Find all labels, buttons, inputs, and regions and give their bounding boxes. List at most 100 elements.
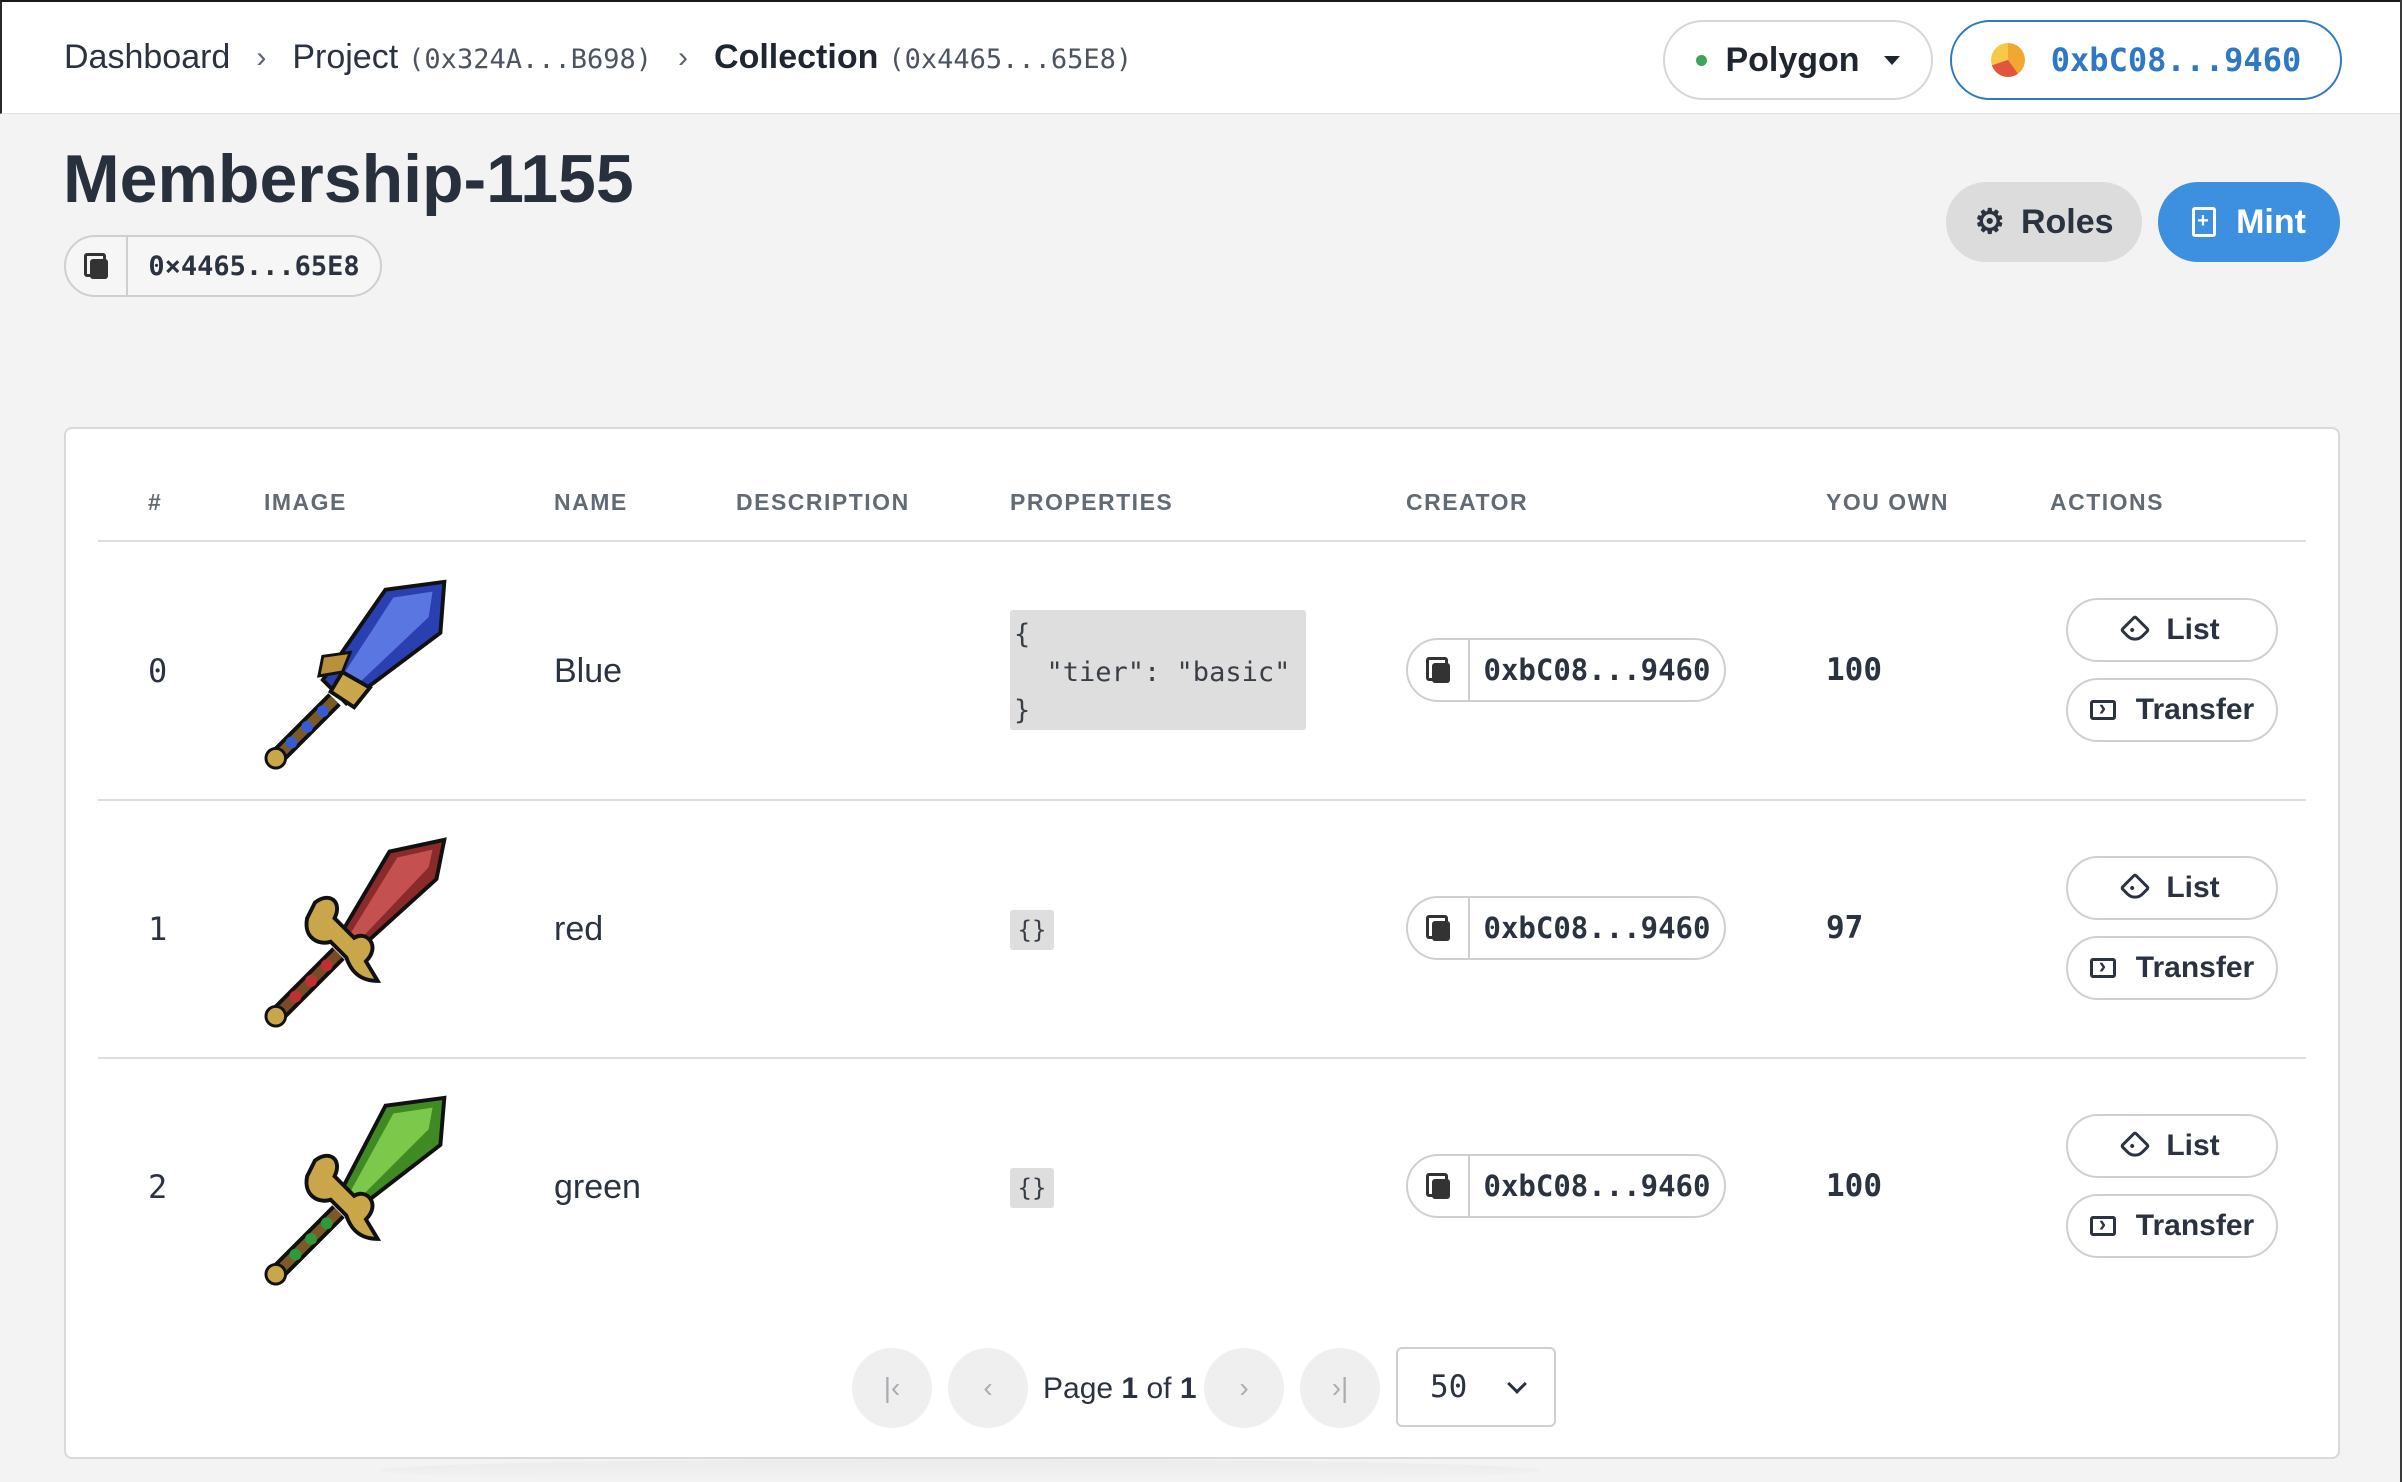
token-index: 1 [148, 910, 168, 948]
list-button[interactable]: List [2066, 598, 2278, 662]
gear-icon: ⚙ [1974, 203, 2005, 241]
page-title: Membership-1155 [63, 141, 634, 217]
token-properties: {} [1010, 1168, 1054, 1208]
list-button[interactable]: List [2066, 1114, 2278, 1178]
transfer-label: Transfer [2135, 951, 2255, 984]
contract-address: 0×4465...65E8 [148, 250, 360, 282]
breadcrumb-project[interactable]: Project (0x324A...B698) [292, 38, 652, 77]
column-header-you-own: YOU OWN [1826, 489, 1949, 515]
creator-address-pill[interactable]: 0xbC08...9460 [1406, 638, 1726, 702]
breadcrumb-project-label: Project [292, 38, 399, 76]
list-label: List [2166, 1129, 2220, 1162]
list-label: List [2166, 613, 2220, 646]
table-row: 2 green {} 0xbC08...9460 100 List Transf… [66, 1058, 2338, 1314]
column-header-creator: CREATOR [1406, 489, 1529, 515]
list-button[interactable]: List [2066, 856, 2278, 920]
column-header-description: DESCRIPTION [736, 489, 910, 515]
chevron-left-icon: ‹ [983, 1372, 993, 1403]
transfer-button[interactable]: Transfer [2066, 678, 2278, 742]
breadcrumb-collection[interactable]: Collection (0x4465...65E8) [714, 38, 1132, 77]
copy-button[interactable] [1408, 1156, 1470, 1216]
breadcrumb-dashboard[interactable]: Dashboard [64, 38, 230, 77]
page-word: Page [1043, 1372, 1114, 1405]
green-sword-icon [264, 1095, 447, 1286]
page-size-select[interactable]: 50 [1396, 1347, 1556, 1427]
breadcrumb-collection-label: Collection [714, 38, 879, 76]
network-label: Polygon [1725, 40, 1860, 79]
tokens-table-card: # IMAGE NAME DESCRIPTION PROPERTIES CREA… [64, 427, 2340, 1459]
page-size-value: 50 [1430, 1369, 1468, 1405]
network-status-dot-icon [1696, 54, 1708, 66]
last-page-button[interactable]: ›| [1300, 1348, 1380, 1428]
list-label: List [2166, 871, 2220, 904]
copy-icon [1426, 657, 1450, 683]
roles-label: Roles [2020, 202, 2114, 241]
column-header-actions: ACTIONS [2050, 489, 2164, 515]
owned-amount: 97 [1826, 910, 1864, 946]
column-header-index: # [148, 489, 163, 515]
token-name: Blue [554, 652, 623, 690]
first-page-icon: |‹ [883, 1372, 901, 1403]
wallet-address: 0xbC08...9460 [2050, 41, 2302, 79]
token-name: red [554, 910, 604, 948]
transfer-icon [2089, 953, 2116, 979]
page-indicator: Page 1 of 1 [1043, 1372, 1197, 1406]
creator-address-pill[interactable]: 0xbC08...9460 [1406, 896, 1726, 960]
column-header-properties: PROPERTIES [1010, 489, 1174, 515]
creator-address-pill[interactable]: 0xbC08...9460 [1406, 1154, 1726, 1218]
creator-address: 0xbC08...9460 [1483, 653, 1711, 687]
table-row: 1 red {} 0xbC08...9460 97 List Transfer [66, 800, 2338, 1056]
copy-icon [1426, 1173, 1450, 1199]
breadcrumb-separator-icon: › [256, 40, 267, 74]
breadcrumb-dashboard-label: Dashboard [64, 38, 231, 76]
table-row: 0 Blue { "tier": "basic" } 0xbC08...9460… [66, 542, 2338, 798]
network-selector[interactable]: Polygon [1663, 20, 1933, 100]
top-bar: Dashboard › Project (0x324A...B698) › Co… [0, 0, 2402, 114]
token-index: 2 [148, 1168, 168, 1206]
copy-button[interactable] [1408, 898, 1470, 958]
breadcrumb-collection-address: (0x4465...65E8) [888, 44, 1133, 75]
blue-sword-icon [264, 579, 447, 770]
wallet-avatar [1990, 43, 2025, 77]
breadcrumb-separator-icon: › [678, 40, 689, 74]
transfer-button[interactable]: Transfer [2066, 936, 2278, 1000]
token-index: 0 [148, 652, 168, 690]
token-properties: {} [1010, 910, 1054, 950]
previous-page-button[interactable]: ‹ [948, 1348, 1028, 1428]
wallet-button[interactable]: 0xbC08...9460 [1950, 20, 2342, 100]
breadcrumb: Dashboard › Project (0x324A...B698) › Co… [64, 38, 1132, 77]
transfer-icon [2089, 695, 2116, 721]
creator-address: 0xbC08...9460 [1483, 1169, 1711, 1203]
file-plus-icon [2192, 207, 2217, 237]
chevron-down-icon [1507, 1374, 1527, 1394]
tag-icon [2119, 872, 2151, 904]
caret-down-icon [1883, 55, 1900, 65]
token-properties: { "tier": "basic" } [1010, 610, 1306, 730]
of-word: of [1146, 1372, 1172, 1405]
tag-icon [2119, 614, 2151, 646]
transfer-label: Transfer [2135, 1209, 2255, 1242]
bottom-shadow [380, 1459, 1540, 1482]
total-pages: 1 [1179, 1372, 1197, 1405]
roles-button[interactable]: ⚙ Roles [1946, 182, 2142, 262]
last-page-icon: ›| [1331, 1372, 1349, 1403]
owned-amount: 100 [1826, 652, 1882, 688]
creator-address: 0xbC08...9460 [1483, 911, 1711, 945]
contract-address-pill[interactable]: 0×4465...65E8 [64, 235, 382, 297]
transfer-label: Transfer [2135, 693, 2255, 726]
transfer-icon [2089, 1211, 2116, 1237]
token-name: green [554, 1168, 641, 1206]
copy-button[interactable] [1408, 640, 1470, 700]
mint-label: Mint [2236, 202, 2306, 241]
copy-button[interactable] [66, 237, 128, 295]
chevron-right-icon: › [1239, 1372, 1249, 1403]
transfer-button[interactable]: Transfer [2066, 1194, 2278, 1258]
current-page: 1 [1121, 1372, 1139, 1405]
copy-icon [1426, 915, 1450, 941]
red-sword-icon [264, 837, 447, 1028]
column-header-image: IMAGE [264, 489, 347, 515]
mint-button[interactable]: Mint [2158, 182, 2340, 262]
next-page-button[interactable]: › [1204, 1348, 1284, 1428]
owned-amount: 100 [1826, 1168, 1882, 1204]
first-page-button[interactable]: |‹ [852, 1348, 932, 1428]
